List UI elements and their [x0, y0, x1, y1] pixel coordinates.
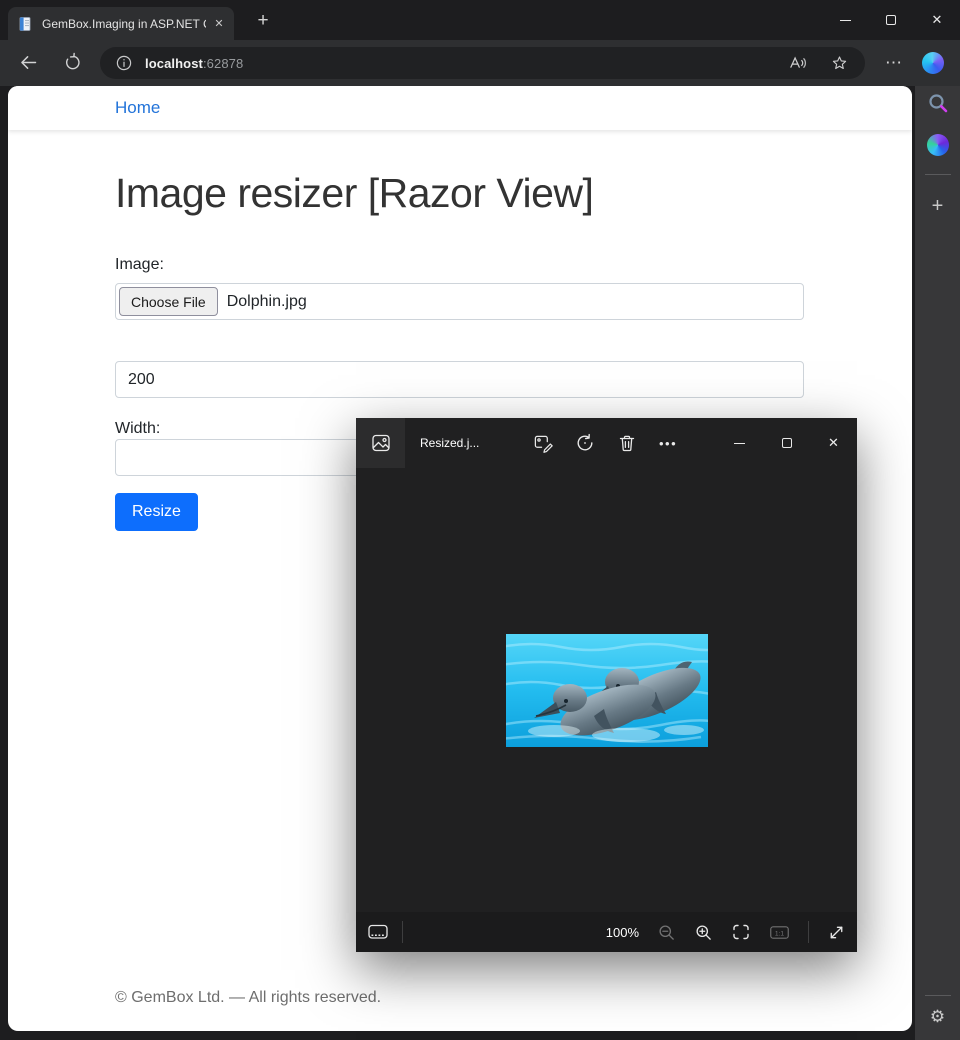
copilot-logo — [926, 134, 949, 156]
zoom-controls: 100% 1:1 — [606, 921, 857, 943]
browser-tab-active[interactable]: GemBox.Imaging in ASP.NET Core ✕ — [8, 7, 234, 40]
photos-bottom-toolbar: 100% 1:1 — [356, 912, 857, 952]
tab-title: GemBox.Imaging in ASP.NET Core — [42, 16, 206, 31]
maximize-icon — [781, 438, 792, 448]
copilot-icon[interactable] — [922, 52, 944, 74]
dolphin-photo — [505, 633, 708, 747]
refresh-icon[interactable] — [62, 52, 83, 73]
photos-toolbar-actions: ••• — [533, 418, 677, 468]
sidebar-add-icon[interactable]: + — [915, 191, 960, 221]
browser-tab-strip: GemBox.Imaging in ASP.NET Core ✕ + ✕ — [0, 0, 960, 40]
favorites-star-icon[interactable] — [830, 54, 849, 73]
selected-file-name: Dolphin.jpg — [226, 292, 307, 310]
url-port: :62878 — [202, 55, 244, 71]
maximize-icon — [886, 15, 896, 25]
copilot-logo — [922, 52, 944, 74]
browser-window-controls: ✕ — [822, 0, 960, 40]
rotate-icon[interactable] — [575, 433, 595, 453]
zoom-out-icon[interactable] — [657, 923, 676, 942]
sidebar-copilot-icon[interactable] — [915, 130, 960, 160]
nav-link-home[interactable]: Home — [115, 98, 160, 118]
window-maximize-button[interactable] — [868, 0, 914, 40]
photos-app-icon-tab[interactable] — [356, 418, 405, 468]
browser-toolbar: localhost:62878 ⋯ — [0, 40, 960, 86]
url-host: localhost — [145, 55, 203, 71]
tab-close-icon[interactable]: ✕ — [210, 15, 228, 33]
window-minimize-button[interactable] — [822, 0, 868, 40]
toolbar-divider — [808, 921, 809, 943]
photos-minimize-button[interactable] — [716, 418, 763, 468]
minimize-icon — [839, 19, 851, 21]
back-icon[interactable] — [18, 52, 39, 73]
zoom-level: 100% — [605, 924, 639, 940]
photo-icon — [371, 434, 390, 452]
width-input[interactable] — [115, 361, 804, 398]
address-bar-actions — [788, 53, 849, 73]
filmstrip-icon[interactable] — [367, 921, 389, 943]
delete-icon[interactable] — [617, 433, 637, 453]
window-close-button[interactable]: ✕ — [914, 0, 960, 40]
page-title: Image resizer [Razor View] — [115, 170, 594, 216]
photos-file-title: Resized.j... — [420, 436, 480, 450]
sidebar-settings-gear-icon[interactable]: ⚙ — [915, 1002, 960, 1032]
footer-copyright: © GemBox Ltd. — All rights reserved. — [115, 989, 382, 1006]
width-field-label: Width: — [115, 420, 161, 437]
photos-more-icon[interactable]: ••• — [659, 436, 677, 451]
photos-window-controls: ✕ — [716, 418, 857, 468]
minimize-icon — [734, 442, 745, 444]
read-aloud-icon[interactable] — [788, 53, 808, 73]
url-text: localhost:62878 — [145, 56, 243, 71]
edit-image-icon[interactable] — [533, 433, 553, 453]
site-navbar: Home — [8, 86, 912, 130]
new-tab-button[interactable]: + — [251, 9, 275, 33]
svg-text:1:1: 1:1 — [775, 930, 785, 937]
browser-settings-more-icon[interactable]: ⋯ — [880, 50, 908, 76]
actual-size-icon[interactable]: 1:1 — [769, 923, 790, 942]
edge-sidebar: + ⚙ — [915, 86, 960, 1040]
file-input[interactable]: Choose File Dolphin.jpg — [115, 283, 804, 320]
sidebar-search-icon[interactable] — [915, 88, 960, 118]
fullscreen-icon[interactable] — [827, 923, 846, 942]
fit-to-window-icon[interactable] — [731, 922, 751, 942]
zoom-in-icon[interactable] — [694, 923, 713, 942]
address-bar[interactable]: localhost:62878 — [100, 47, 865, 79]
photos-titlebar[interactable]: Resized.j... ••• ✕ — [356, 418, 857, 468]
sidebar-divider — [925, 995, 951, 996]
resize-button[interactable]: Resize — [115, 493, 198, 531]
choose-file-button[interactable]: Choose File — [119, 287, 218, 316]
sidebar-divider — [924, 174, 951, 175]
toolbar-divider — [402, 921, 403, 943]
photos-canvas[interactable] — [356, 468, 857, 912]
image-field-label: Image: — [115, 256, 164, 273]
photos-close-button[interactable]: ✕ — [810, 418, 857, 468]
site-info-icon[interactable] — [116, 55, 132, 71]
photos-maximize-button[interactable] — [763, 418, 810, 468]
favicon — [17, 16, 33, 32]
photos-app-window[interactable]: Resized.j... ••• ✕ 100% 1:1 — [356, 418, 857, 952]
